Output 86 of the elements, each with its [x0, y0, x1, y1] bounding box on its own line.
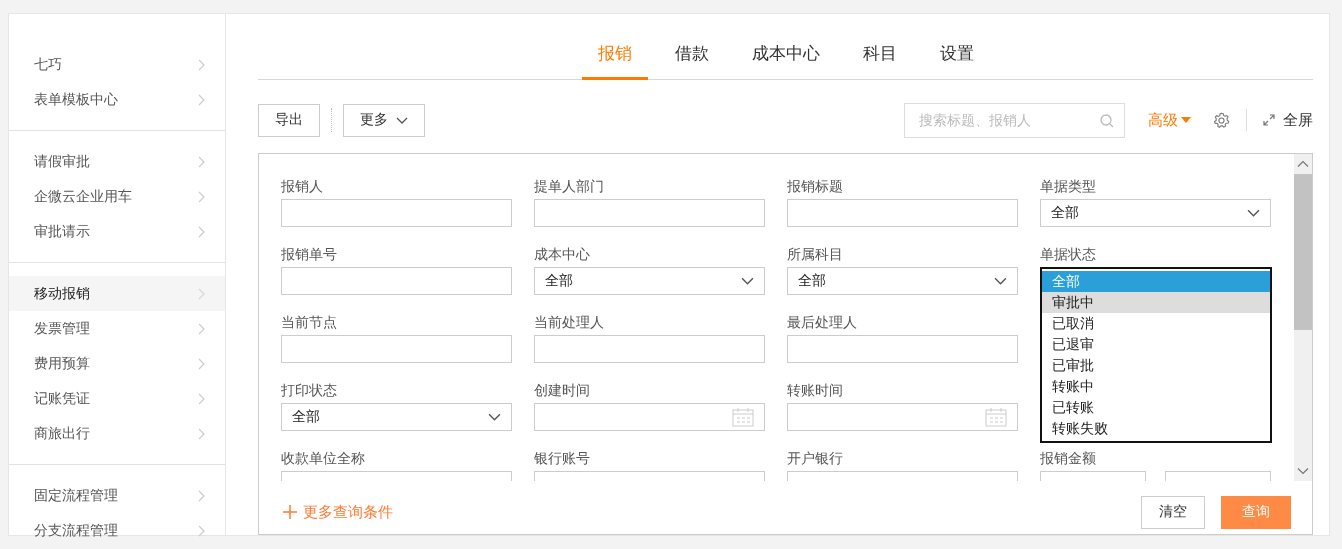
date-field[interactable]: [534, 402, 765, 431]
settings-icon[interactable]: [1213, 111, 1230, 129]
export-button[interactable]: 导出: [258, 103, 320, 137]
expand-icon: [1263, 114, 1275, 127]
listbox-option[interactable]: 审批中: [1042, 291, 1270, 313]
scrollbar[interactable]: [1294, 153, 1312, 481]
sidebar-item[interactable]: 请假审批: [9, 144, 225, 179]
tab[interactable]: 借款: [658, 41, 725, 80]
field-label: 创建时间: [534, 380, 591, 400]
tab[interactable]: 设置: [923, 41, 990, 80]
chevron-right-icon: [198, 287, 205, 300]
chevron-down-icon: [741, 276, 754, 285]
chevron-right-icon: [198, 322, 205, 335]
chevron-right-icon: [198, 427, 205, 440]
text-field[interactable]: [281, 334, 512, 363]
sidebar-item[interactable]: 审批请示: [9, 214, 225, 249]
tab[interactable]: 成本中心: [735, 41, 836, 80]
chevron-right-icon: [198, 357, 205, 370]
calendar-icon: [732, 406, 754, 427]
field-label: 报销金额: [1040, 448, 1097, 468]
sidebar-item[interactable]: 商旅出行: [9, 416, 225, 451]
select-field[interactable]: 全部: [1040, 198, 1271, 227]
chevron-down-icon: [1247, 208, 1260, 217]
field-label: 报销人: [281, 176, 324, 196]
sidebar-item[interactable]: 分支流程管理: [9, 513, 225, 548]
calendar-icon: [985, 406, 1007, 427]
text-field[interactable]: [281, 198, 512, 227]
chevron-down-icon: [396, 116, 408, 124]
field-label: 打印状态: [281, 380, 338, 400]
field-label: 提单人部门: [534, 176, 605, 196]
sidebar-item[interactable]: 固定流程管理: [9, 478, 225, 513]
chevron-right-icon: [198, 489, 205, 502]
search-field[interactable]: 搜索标题、报销人: [904, 102, 1125, 138]
chevron-right-icon: [198, 58, 205, 71]
chevron-down-icon: [1297, 466, 1309, 475]
clear-button[interactable]: 清空: [1141, 495, 1205, 529]
sidebar-item[interactable]: 表单模板中心: [9, 82, 225, 117]
more-button[interactable]: 更多: [343, 103, 425, 137]
listbox-option[interactable]: 已退审: [1042, 333, 1270, 355]
listbox-option[interactable]: 已取消: [1042, 312, 1270, 334]
plus-icon: [283, 505, 297, 520]
field-label: 当前节点: [281, 312, 338, 332]
text-field[interactable]: [787, 334, 1018, 363]
field-label: 银行账号: [534, 448, 591, 468]
field-label: 收款单位全称: [281, 448, 366, 468]
chevron-right-icon: [198, 392, 205, 405]
chevron-right-icon: [198, 225, 205, 238]
sidebar-item[interactable]: 移动报销: [9, 276, 225, 311]
select-field[interactable]: 全部: [534, 266, 765, 295]
text-field[interactable]: [281, 266, 512, 295]
chevron-down-icon: [488, 412, 501, 421]
text-field[interactable]: [787, 198, 1018, 227]
tab[interactable]: 科目: [846, 41, 913, 80]
search-icon: [1100, 113, 1114, 128]
sidebar-item[interactable]: 费用预算: [9, 346, 225, 381]
select-field[interactable]: 全部: [281, 402, 512, 431]
field-label: 开户银行: [787, 448, 844, 468]
chevron-right-icon: [198, 93, 205, 106]
listbox-option[interactable]: 转账中: [1042, 375, 1270, 397]
caret-down-icon: [1181, 117, 1191, 124]
sidebar-item[interactable]: 企微云企业用车: [9, 179, 225, 214]
field-label: 转账时间: [787, 380, 844, 400]
listbox-option[interactable]: 转账失败: [1042, 417, 1270, 439]
date-field[interactable]: [787, 402, 1018, 431]
chevron-right-icon: [198, 155, 205, 168]
text-field[interactable]: [534, 334, 765, 363]
select-field[interactable]: 全部: [787, 266, 1018, 295]
field-label: 最后处理人: [787, 312, 858, 332]
field-label: 成本中心: [534, 244, 591, 264]
sidebar-item[interactable]: 记账凭证: [9, 381, 225, 416]
chevron-right-icon: [198, 190, 205, 203]
chevron-down-icon: [994, 276, 1007, 285]
field-label: 单据类型: [1040, 176, 1097, 196]
status-listbox[interactable]: 全部 审批中 已取消 已退审 已审批 转账中 已转账 转账失败: [1040, 266, 1272, 443]
sidebar-item[interactable]: 发票管理: [9, 311, 225, 346]
field-label: 单据状态: [1040, 244, 1097, 264]
sidebar-item[interactable]: 七巧: [9, 47, 225, 82]
chevron-up-icon: [1297, 159, 1309, 168]
chevron-right-icon: [198, 524, 205, 537]
text-field[interactable]: [534, 198, 765, 227]
field-label: 当前处理人: [534, 312, 605, 332]
field-label: 所属科目: [787, 244, 844, 264]
field-label: 报销标题: [787, 176, 844, 196]
listbox-option[interactable]: 已转账: [1042, 396, 1270, 418]
listbox-option[interactable]: 已审批: [1042, 354, 1270, 376]
field-label: 报销单号: [281, 244, 338, 264]
